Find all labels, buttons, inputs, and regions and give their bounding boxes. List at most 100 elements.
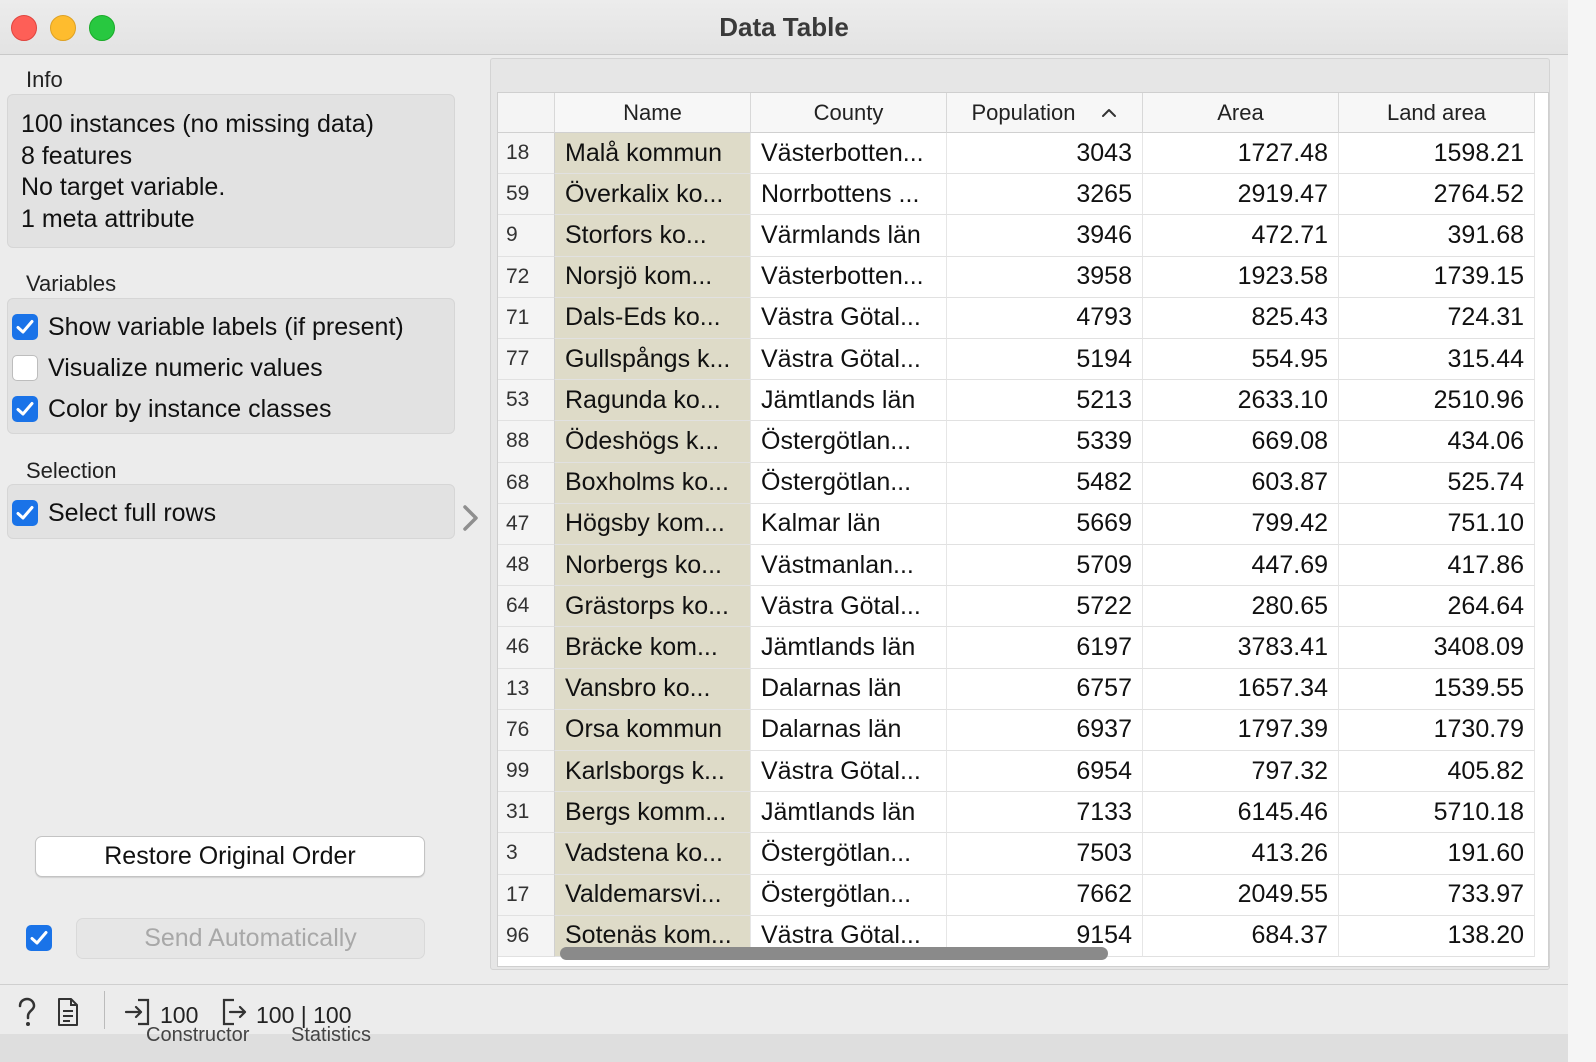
area-cell[interactable]: 413.26: [1143, 833, 1339, 875]
land-area-cell[interactable]: 405.82: [1339, 751, 1535, 793]
land-area-cell[interactable]: 1598.21: [1339, 133, 1535, 175]
population-cell[interactable]: 3043: [947, 133, 1143, 175]
visualize-numeric-checkbox[interactable]: Visualize numeric values: [12, 353, 323, 383]
row-index-cell[interactable]: 46: [498, 627, 555, 669]
population-cell[interactable]: 3265: [947, 174, 1143, 216]
land-area-cell[interactable]: 1739.15: [1339, 256, 1535, 298]
population-cell[interactable]: 7662: [947, 874, 1143, 916]
population-cell[interactable]: 5709: [947, 545, 1143, 587]
population-cell[interactable]: 5669: [947, 503, 1143, 545]
area-cell[interactable]: 669.08: [1143, 421, 1339, 463]
restore-original-order-button[interactable]: Restore Original Order: [35, 836, 425, 877]
row-index-cell[interactable]: 3: [498, 833, 555, 875]
row-index-cell[interactable]: 68: [498, 462, 555, 504]
name-cell[interactable]: Ödeshögs k...: [555, 421, 751, 463]
county-cell[interactable]: Västmanlan...: [751, 545, 947, 587]
name-cell[interactable]: Valdemarsvi...: [555, 874, 751, 916]
corner-header[interactable]: [498, 93, 555, 133]
row-index-cell[interactable]: 76: [498, 709, 555, 751]
row-index-cell[interactable]: 18: [498, 133, 555, 175]
area-cell[interactable]: 472.71: [1143, 215, 1339, 257]
county-cell[interactable]: Norrbottens ...: [751, 174, 947, 216]
row-index-cell[interactable]: 47: [498, 503, 555, 545]
table-row[interactable]: 99 Karlsborgs k... Västra Götal... 6954 797.…: [498, 751, 1548, 793]
name-cell[interactable]: Karlsborgs k...: [555, 751, 751, 793]
row-index-cell[interactable]: 72: [498, 256, 555, 298]
population-cell[interactable]: 6937: [947, 709, 1143, 751]
area-cell[interactable]: 684.37: [1143, 915, 1339, 957]
row-index-cell[interactable]: 13: [498, 668, 555, 710]
area-cell[interactable]: 554.95: [1143, 339, 1339, 381]
background-tab-constructor[interactable]: Constructor: [146, 1024, 249, 1047]
checkbox-checked[interactable]: [12, 500, 38, 526]
population-cell[interactable]: 5339: [947, 421, 1143, 463]
area-cell[interactable]: 797.32: [1143, 751, 1339, 793]
column-header-county[interactable]: County: [751, 93, 947, 133]
population-cell[interactable]: 5482: [947, 462, 1143, 504]
checkbox-checked[interactable]: [12, 314, 38, 340]
name-cell[interactable]: Orsa kommun: [555, 709, 751, 751]
county-cell[interactable]: Östergötlan...: [751, 462, 947, 504]
county-cell[interactable]: Västerbotten...: [751, 256, 947, 298]
county-cell[interactable]: Dalarnas län: [751, 668, 947, 710]
county-cell[interactable]: Västra Götal...: [751, 586, 947, 628]
land-area-cell[interactable]: 724.31: [1339, 297, 1535, 339]
area-cell[interactable]: 1657.34: [1143, 668, 1339, 710]
land-area-cell[interactable]: 138.20: [1339, 915, 1535, 957]
land-area-cell[interactable]: 2764.52: [1339, 174, 1535, 216]
checkbox-checked[interactable]: [12, 396, 38, 422]
table-row[interactable]: 18 Malå kommun Västerbotten... 3043 1727.48 1…: [498, 133, 1548, 175]
row-index-cell[interactable]: 17: [498, 874, 555, 916]
area-cell[interactable]: 280.65: [1143, 586, 1339, 628]
name-cell[interactable]: Norsjö kom...: [555, 256, 751, 298]
area-cell[interactable]: 2633.10: [1143, 380, 1339, 422]
show-variable-labels-checkbox[interactable]: Show variable labels (if present): [12, 312, 404, 342]
column-header-area[interactable]: Area: [1143, 93, 1339, 133]
row-index-cell[interactable]: 48: [498, 545, 555, 587]
name-cell[interactable]: Grästorps ko...: [555, 586, 751, 628]
county-cell[interactable]: Kalmar län: [751, 503, 947, 545]
title-bar[interactable]: Data Table: [0, 0, 1568, 55]
county-cell[interactable]: Jämtlands län: [751, 792, 947, 834]
name-cell[interactable]: Storfors ko...: [555, 215, 751, 257]
population-cell[interactable]: 5722: [947, 586, 1143, 628]
table-row[interactable]: 64 Grästorps ko... Västra Götal... 5722 280.…: [498, 586, 1548, 628]
table-row[interactable]: 3 Vadstena ko... Östergötlan... 7503 413.26 1…: [498, 833, 1548, 875]
table-row[interactable]: 31 Bergs komm... Jämtlands län 7133 6145.46 5…: [498, 792, 1548, 834]
table-row[interactable]: 48 Norbergs ko... Västmanlan... 5709 447.69 4…: [498, 545, 1548, 587]
land-area-cell[interactable]: 1539.55: [1339, 668, 1535, 710]
checkbox-checked[interactable]: [26, 925, 52, 951]
county-cell[interactable]: Östergötlan...: [751, 421, 947, 463]
table-row[interactable]: 72 Norsjö kom... Västerbotten... 3958 1923.5…: [498, 256, 1548, 298]
land-area-cell[interactable]: 5710.18: [1339, 792, 1535, 834]
area-cell[interactable]: 799.42: [1143, 503, 1339, 545]
population-cell[interactable]: 3946: [947, 215, 1143, 257]
population-cell[interactable]: 6954: [947, 751, 1143, 793]
land-area-cell[interactable]: 751.10: [1339, 503, 1535, 545]
area-cell[interactable]: 1923.58: [1143, 256, 1339, 298]
area-cell[interactable]: 1727.48: [1143, 133, 1339, 175]
county-cell[interactable]: Östergötlan...: [751, 833, 947, 875]
background-tab-statistics[interactable]: Statistics: [291, 1024, 371, 1047]
population-cell[interactable]: 7133: [947, 792, 1143, 834]
land-area-cell[interactable]: 2510.96: [1339, 380, 1535, 422]
area-cell[interactable]: 2049.55: [1143, 874, 1339, 916]
select-full-rows-checkbox[interactable]: Select full rows: [12, 498, 216, 528]
question-icon[interactable]: [14, 997, 40, 1027]
table-row[interactable]: 47 Högsby kom... Kalmar län 5669 799.42 751.1…: [498, 503, 1548, 545]
chevron-right-icon[interactable]: [460, 504, 482, 537]
population-cell[interactable]: 5213: [947, 380, 1143, 422]
color-by-class-checkbox[interactable]: Color by instance classes: [12, 394, 331, 424]
land-area-cell[interactable]: 264.64: [1339, 586, 1535, 628]
table-row[interactable]: 17 Valdemarsvi... Östergötlan... 7662 2049.5…: [498, 874, 1548, 916]
document-icon[interactable]: [56, 997, 80, 1027]
row-index-cell[interactable]: 77: [498, 339, 555, 381]
name-cell[interactable]: Boxholms ko...: [555, 462, 751, 504]
table-row[interactable]: 88 Ödeshögs k... Östergötlan... 5339 669.08 4…: [498, 421, 1548, 463]
land-area-cell[interactable]: 1730.79: [1339, 709, 1535, 751]
population-cell[interactable]: 4793: [947, 297, 1143, 339]
column-header-population[interactable]: Population: [947, 93, 1143, 133]
row-index-cell[interactable]: 96: [498, 915, 555, 957]
area-cell[interactable]: 2919.47: [1143, 174, 1339, 216]
area-cell[interactable]: 825.43: [1143, 297, 1339, 339]
